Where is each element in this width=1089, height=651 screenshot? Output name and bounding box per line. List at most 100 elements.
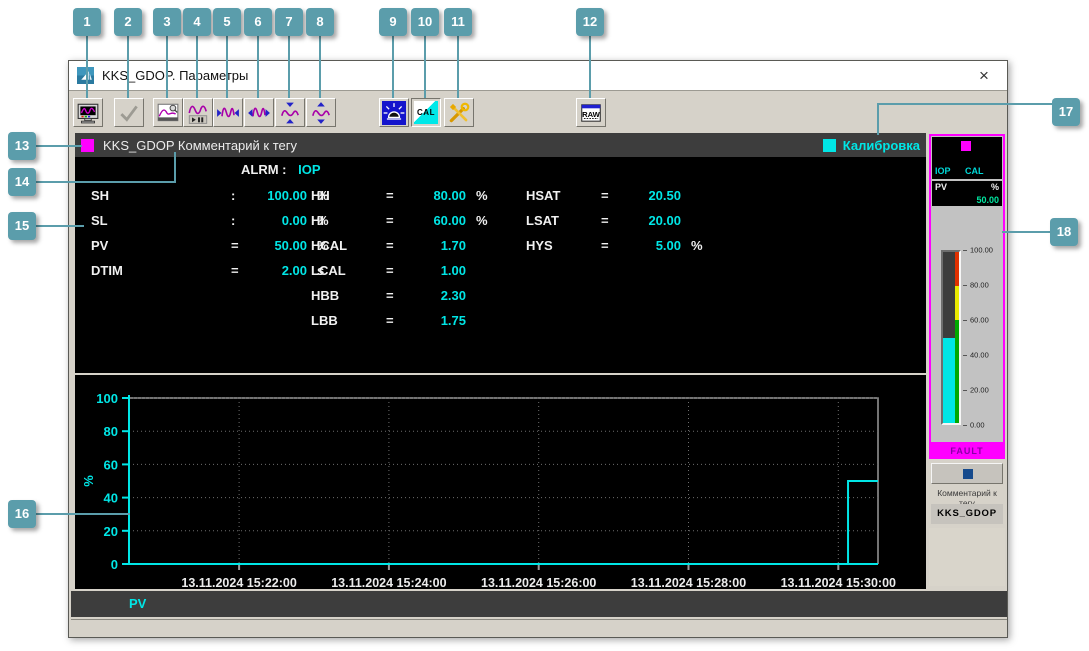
trend-line-pv [129, 480, 878, 565]
param-value: 80.00 [433, 188, 466, 203]
callout-line [392, 36, 394, 98]
callout-line [196, 36, 198, 98]
param-separator: = [386, 238, 394, 253]
param-label: HSAT [526, 188, 561, 203]
param-separator: = [601, 238, 609, 253]
param-column-a: SH:100.00% SL:0.00% PV = 50.00% DTIM = 2.00 s [91, 183, 343, 283]
param-separator: = [386, 288, 394, 303]
callout-line [877, 103, 879, 135]
bargraph-zone-0 [955, 252, 959, 287]
callout-line [288, 36, 290, 98]
bargraph-alarm-zones [955, 252, 959, 423]
status-bar [71, 619, 1007, 637]
svg-text:40: 40 [104, 491, 118, 506]
callout-badge-14: 14 [8, 168, 36, 196]
callout-badge-8: 8 [306, 8, 334, 36]
accept-button[interactable] [114, 98, 144, 127]
parameters-panel: ALRM : IOP SH: 100.00% SL: 0.00% PV = 50.00% DT… [75, 157, 926, 373]
bargraph-scale-tick [963, 355, 967, 356]
tag-status-square-icon [81, 138, 94, 152]
tools-button[interactable] [444, 98, 474, 127]
bargraph-scale-tick [963, 425, 967, 426]
callout-badge-5: 5 [213, 8, 241, 36]
param-column-b: HH = 80.00% HI = 60.00% HCAL = 1.70 LCAL = 1.00 HBB =… [311, 183, 496, 333]
callout-badge-4: 4 [183, 8, 211, 36]
param-unit [466, 233, 496, 258]
calibration-button[interactable]: CAL [411, 98, 441, 127]
cal-icon: CAL [414, 101, 438, 124]
alarm-value: IOP [298, 162, 321, 177]
trend-chart: 0 20 40 60 80 100 13.11.2024 15:22:00 13.11.202… [81, 391, 896, 590]
callout-line [166, 36, 168, 98]
param-separator: = [601, 188, 609, 203]
compress-amplitude-button[interactable] [275, 98, 305, 127]
faceplate-iop-flag: IOP [935, 166, 951, 176]
bargraph-scale-label: 0.00 [970, 420, 985, 430]
param-label: LSAT [526, 213, 559, 228]
param-unit [466, 258, 496, 283]
param-value: 100.00 [267, 188, 307, 203]
svg-text:100: 100 [96, 391, 118, 406]
chart-image-icon [157, 103, 179, 121]
param-row-hh: HH = 80.00% [311, 183, 496, 208]
param-label: HCAL [311, 238, 348, 253]
alarm-settings-button[interactable] [379, 98, 409, 127]
param-label: LBB [311, 313, 338, 328]
svg-text:13.11.2024 15:26:00: 13.11.2024 15:26:00 [481, 576, 596, 589]
bargraph-scale-label: 80.00 [970, 280, 989, 290]
faceplate-cal-flag: CAL [965, 166, 984, 176]
faceplate-alarm-section: IOP CAL PV % 50.00 100.00 80.00 60.00 40.00… [929, 134, 1005, 444]
param-unit: % [691, 238, 703, 253]
param-value: 20.50 [648, 188, 681, 203]
expand-time-button[interactable] [244, 98, 274, 127]
callout-line [36, 225, 84, 227]
trend-run-pause-button[interactable] [183, 98, 213, 127]
raw-icon-label: RAW [582, 109, 601, 118]
callout-badge-7: 7 [275, 8, 303, 36]
faceplate-bargraph [941, 250, 961, 425]
param-row-pv: PV = 50.00% [91, 233, 343, 258]
param-row-hys: HYS = 5.00% [526, 233, 711, 258]
toolbar: CAL RAW [69, 91, 1007, 133]
param-value: 1.00 [440, 263, 466, 278]
param-separator: = [601, 213, 609, 228]
callout-badge-18: 18 [1050, 218, 1078, 246]
svg-text:60: 60 [104, 457, 118, 472]
bargraph-scale-tick [963, 320, 967, 321]
compress-time-button[interactable] [213, 98, 243, 127]
svg-text:13.11.2024 15:22:00: 13.11.2024 15:22:00 [181, 576, 296, 589]
callout-badge-11: 11 [444, 8, 472, 36]
tools-icon [449, 102, 470, 122]
print-trend-button[interactable] [73, 98, 103, 127]
raw-data-button[interactable]: RAW [576, 98, 606, 127]
callout-line [226, 36, 228, 98]
param-value: 50.00 [274, 238, 307, 253]
param-separator: = [231, 238, 239, 253]
acknowledge-button[interactable] [931, 463, 1003, 484]
svg-text:%: % [81, 475, 96, 487]
expand-amplitude-button[interactable] [306, 98, 336, 127]
param-row-lsat: LSAT = 20.00 [526, 208, 711, 233]
expand-amplitude-icon [312, 101, 330, 124]
callout-line [257, 36, 259, 98]
alarm-lamp-icon [382, 100, 406, 125]
close-button[interactable]: × [973, 65, 995, 87]
faceplate: IOP CAL PV % 50.00 100.00 80.00 60.00 40.00… [929, 134, 1005, 586]
bargraph-scale: 100.00 80.00 60.00 40.00 20.00 0.00 [963, 246, 1003, 430]
calibration-label: Калибровка [842, 137, 920, 153]
callout-line [36, 181, 176, 183]
bargraph-scale-label: 40.00 [970, 350, 989, 360]
alarm-label: ALRM : [241, 162, 287, 177]
param-unit [681, 183, 711, 208]
faceplate-pv-value: 50.00 [976, 195, 999, 205]
param-row-hbb: HBB = 2.30 [311, 283, 496, 308]
expand-time-icon [248, 107, 270, 117]
callout-badge-2: 2 [114, 8, 142, 36]
chart-image-button[interactable] [153, 98, 183, 127]
param-row-hsat: HSAT = 20.50 [526, 183, 711, 208]
window-titlebar: KKS_GDOP. Параметры × [69, 61, 1007, 91]
param-label: SH [91, 188, 110, 203]
param-label: HI [311, 213, 324, 228]
callout-badge-3: 3 [153, 8, 181, 36]
callout-badge-15: 15 [8, 212, 36, 240]
